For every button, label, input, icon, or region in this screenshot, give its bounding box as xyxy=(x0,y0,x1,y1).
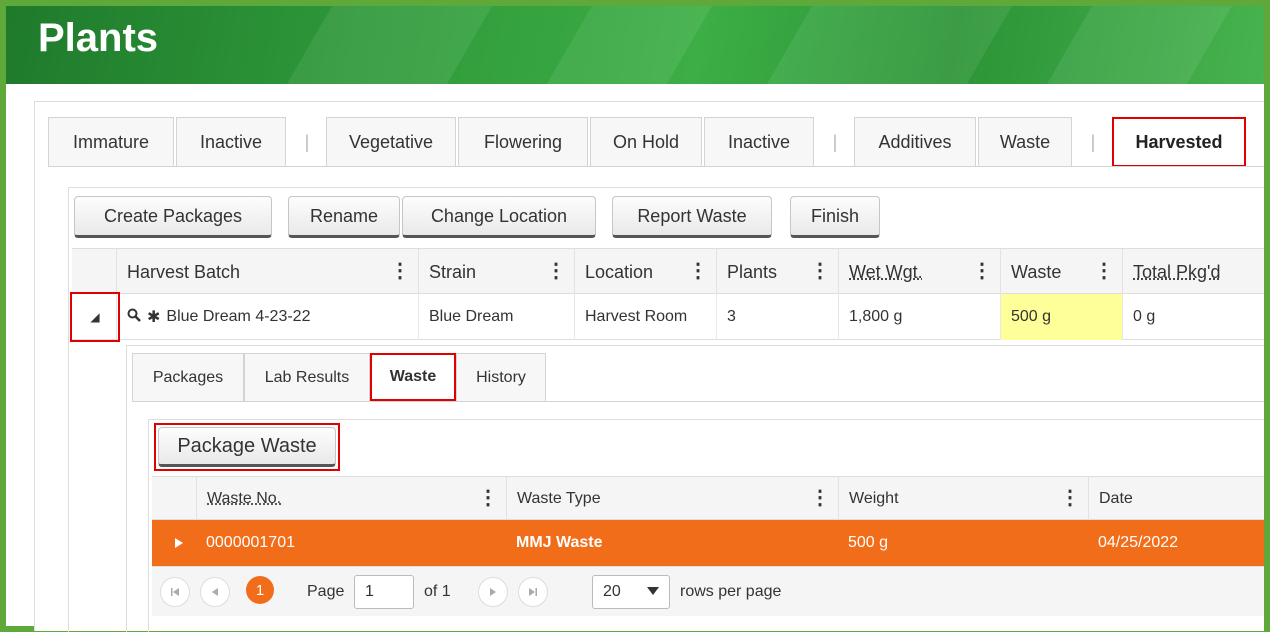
tab-vegetative[interactable]: Vegetative xyxy=(326,117,456,167)
page-title: Plants xyxy=(38,16,159,60)
harvest-batch-cell[interactable]: ✱ Blue Dream 4-23-22 xyxy=(116,294,418,340)
tab-separator: | xyxy=(832,131,838,152)
column-menu-icon[interactable]: ⋮ xyxy=(810,258,830,283)
column-menu-icon[interactable]: ⋮ xyxy=(1060,485,1080,510)
waste-cell: 500 g xyxy=(1000,294,1122,340)
rename-button[interactable]: Rename xyxy=(288,196,400,238)
row-expand-toggle[interactable]: ◢ xyxy=(70,292,120,342)
column-label: Total Pkg'd xyxy=(1133,261,1221,282)
current-page-indicator[interactable]: 1 xyxy=(246,576,274,604)
expand-arrow-icon[interactable] xyxy=(164,520,194,566)
pager: 1 Page of 1 20 rows per page xyxy=(152,566,1264,616)
tab-packages[interactable]: Packages xyxy=(132,353,244,401)
first-page-icon[interactable] xyxy=(160,577,190,607)
column-label: Location xyxy=(585,261,654,282)
waste-no-cell: 0000001701 xyxy=(206,534,295,551)
column-label: Wet Wgt. xyxy=(849,261,923,282)
report-waste-button[interactable]: Report Waste xyxy=(612,196,772,238)
column-label: Waste xyxy=(1011,261,1062,282)
search-icon[interactable] xyxy=(127,308,141,327)
tab-inactive-immature[interactable]: Inactive xyxy=(176,117,286,167)
column-label: Date xyxy=(1099,490,1133,507)
rows-per-page-select[interactable]: 20 xyxy=(592,575,670,609)
page-header: Plants xyxy=(6,6,1264,84)
column-label: Waste Type xyxy=(517,490,601,507)
tab-harvested[interactable]: Harvested xyxy=(1112,117,1246,167)
waste-type-cell: MMJ Waste xyxy=(516,534,603,551)
column-menu-icon[interactable]: ⋮ xyxy=(390,258,410,283)
detail-tab-divider xyxy=(132,401,1264,402)
strain-cell: Blue Dream xyxy=(418,294,574,340)
rows-per-page-label: rows per page xyxy=(680,583,782,600)
asterisk-icon: ✱ xyxy=(147,309,161,326)
last-page-icon[interactable] xyxy=(518,577,548,607)
tab-separator: | xyxy=(304,131,310,152)
column-header-weight[interactable]: Weight ⋮ xyxy=(838,477,1088,521)
chevron-down-icon xyxy=(647,587,659,595)
column-menu-icon[interactable]: ⋮ xyxy=(478,485,498,510)
table-row[interactable]: 0000001701 MMJ Waste 500 g 04/25/2022 xyxy=(152,520,1264,566)
tab-lab-results[interactable]: Lab Results xyxy=(244,353,370,401)
column-menu-icon[interactable]: ⋮ xyxy=(810,485,830,510)
table-row[interactable]: ✱ Blue Dream 4-23-22 Blue Dream Harvest … xyxy=(72,294,1264,340)
column-label: Plants xyxy=(727,261,778,282)
column-label: Harvest Batch xyxy=(127,261,241,282)
column-menu-icon[interactable]: ⋮ xyxy=(688,258,708,283)
column-label: Weight xyxy=(849,490,899,507)
create-packages-button[interactable]: Create Packages xyxy=(74,196,272,238)
column-header-date[interactable]: Date xyxy=(1088,477,1264,521)
column-header-location[interactable]: Location ⋮ xyxy=(574,249,716,295)
tab-waste-detail[interactable]: Waste xyxy=(370,353,456,401)
next-page-icon[interactable] xyxy=(478,577,508,607)
package-waste-button[interactable]: Package Waste xyxy=(158,427,336,467)
tab-immature[interactable]: Immature xyxy=(48,117,174,167)
column-header-harvest-batch[interactable]: Harvest Batch ⋮ xyxy=(116,249,418,295)
rows-per-page-value: 20 xyxy=(603,583,621,600)
column-header-waste-type[interactable]: Waste Type ⋮ xyxy=(506,477,838,521)
main-tab-bar: Immature Inactive | Vegetative Flowering… xyxy=(48,117,1248,167)
column-header-wet-weight[interactable]: Wet Wgt. ⋮ xyxy=(838,249,1000,295)
detail-tab-bar: Packages Lab Results Waste History xyxy=(132,353,546,401)
tab-on-hold[interactable]: On Hold xyxy=(590,117,702,167)
column-menu-icon[interactable]: ⋮ xyxy=(1094,258,1114,283)
collapse-triangle-icon: ◢ xyxy=(90,310,100,324)
date-cell: 04/25/2022 xyxy=(1098,534,1179,551)
wet-weight-cell: 1,800 g xyxy=(838,294,1000,340)
page-count-label: of 1 xyxy=(424,583,451,600)
waste-grid-header: Waste No. ⋮ Waste Type ⋮ Weight ⋮ Date xyxy=(152,476,1264,521)
column-header-waste[interactable]: Waste ⋮ xyxy=(1000,249,1122,295)
column-menu-icon[interactable]: ⋮ xyxy=(546,258,566,283)
column-header-total-packaged[interactable]: Total Pkg'd xyxy=(1122,249,1264,295)
column-header-plants[interactable]: Plants ⋮ xyxy=(716,249,838,295)
tab-additives[interactable]: Additives xyxy=(854,117,976,167)
tab-separator: | xyxy=(1090,131,1096,152)
page-label: Page xyxy=(307,583,345,600)
column-label: Strain xyxy=(429,261,477,282)
weight-cell: 500 g xyxy=(848,534,889,551)
location-cell: Harvest Room xyxy=(574,294,716,340)
column-menu-icon[interactable]: ⋮ xyxy=(972,258,992,283)
column-header-waste-no[interactable]: Waste No. ⋮ xyxy=(196,477,506,521)
harvest-grid-header: Harvest Batch ⋮ Strain ⋮ Location ⋮ Plan… xyxy=(72,248,1264,295)
tab-waste[interactable]: Waste xyxy=(978,117,1072,167)
column-header-strain[interactable]: Strain ⋮ xyxy=(418,249,574,295)
previous-page-icon[interactable] xyxy=(200,577,230,607)
tab-inactive[interactable]: Inactive xyxy=(704,117,814,167)
page-number-input[interactable] xyxy=(354,575,414,609)
plants-cell: 3 xyxy=(716,294,838,340)
column-label: Waste No. xyxy=(207,490,282,507)
tab-flowering[interactable]: Flowering xyxy=(458,117,588,167)
finish-button[interactable]: Finish xyxy=(790,196,880,238)
total-packaged-cell: 0 g xyxy=(1122,294,1264,340)
tab-history[interactable]: History xyxy=(456,353,546,401)
harvest-batch-name: Blue Dream 4-23-22 xyxy=(166,308,311,325)
tab-divider xyxy=(48,166,1264,167)
package-waste-highlight: Package Waste xyxy=(154,423,340,471)
change-location-button[interactable]: Change Location xyxy=(402,196,596,238)
